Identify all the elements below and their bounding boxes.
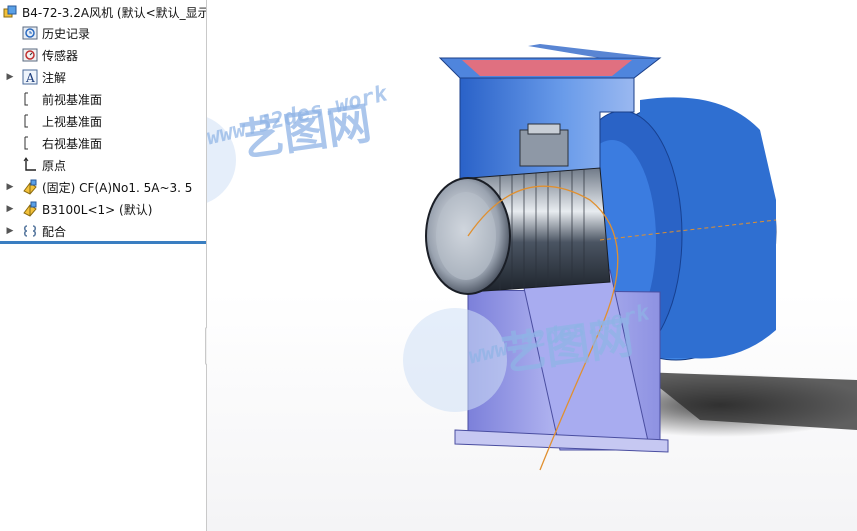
tree-item-label: 原点 xyxy=(42,158,67,173)
tree-item-label: 历史记录 xyxy=(42,26,91,41)
part-icon xyxy=(22,179,38,195)
tree-item-history[interactable]: 历史记录 xyxy=(0,22,206,44)
fan-model-render xyxy=(207,44,857,471)
assembly-icon xyxy=(2,4,18,20)
expand-arrow-icon[interactable]: ▶ xyxy=(4,226,16,236)
tree-item-label: 上视基准面 xyxy=(42,114,103,129)
tree-item-origin[interactable]: 原点 xyxy=(0,154,206,176)
tree-item-label: B3100L<1> (默认) xyxy=(42,202,153,217)
tree-root-label: B4-72-3.2A风机 (默认<默认_显示 xyxy=(22,5,207,20)
part-icon xyxy=(22,201,38,217)
tree-item-front-plane[interactable]: 前视基准面 xyxy=(0,88,206,110)
feature-manager-tree: B4-72-3.2A风机 (默认<默认_显示 历史记录 传感器 ▶ A 注解 前… xyxy=(0,0,207,531)
plane-icon xyxy=(22,91,38,107)
tree-item-sensors[interactable]: 传感器 xyxy=(0,44,206,66)
tree-item-top-plane[interactable]: 上视基准面 xyxy=(0,110,206,132)
graphics-viewport[interactable]: 艺图网 www.52des.work 艺图网 www.52des.work xyxy=(207,0,857,531)
plane-icon xyxy=(22,135,38,151)
rollback-bar[interactable] xyxy=(0,241,206,244)
tree-item-label: 注解 xyxy=(42,70,67,85)
expand-arrow-icon[interactable]: ▶ xyxy=(4,72,16,82)
tree-item-label: 传感器 xyxy=(42,48,79,63)
tree-item-motor-part[interactable]: ▶ B3100L<1> (默认) xyxy=(0,198,206,220)
sensor-icon xyxy=(22,47,38,63)
tree-item-label: 右视基准面 xyxy=(42,136,103,151)
plane-icon xyxy=(22,113,38,129)
tree-item-fan-part[interactable]: ▶ (固定) CF(A)No1. 5A~3. 5 xyxy=(0,176,206,198)
tree-root-assembly[interactable]: B4-72-3.2A风机 (默认<默认_显示 xyxy=(0,1,206,23)
tree-item-mates[interactable]: ▶ 配合 xyxy=(0,220,206,242)
tree-item-label: 前视基准面 xyxy=(42,92,103,107)
tree-item-label: 配合 xyxy=(42,224,67,239)
expand-arrow-icon[interactable]: ▶ xyxy=(4,204,16,214)
origin-icon xyxy=(22,157,38,173)
tree-item-label: (固定) CF(A)No1. 5A~3. 5 xyxy=(42,180,193,195)
tree-item-annotations[interactable]: ▶ A 注解 xyxy=(0,66,206,88)
mates-icon xyxy=(22,223,38,239)
history-folder-icon xyxy=(22,25,38,41)
svg-text:A: A xyxy=(25,71,35,85)
tree-item-right-plane[interactable]: 右视基准面 xyxy=(0,132,206,154)
annotation-icon: A xyxy=(22,69,38,85)
expand-arrow-icon[interactable]: ▶ xyxy=(4,182,16,192)
